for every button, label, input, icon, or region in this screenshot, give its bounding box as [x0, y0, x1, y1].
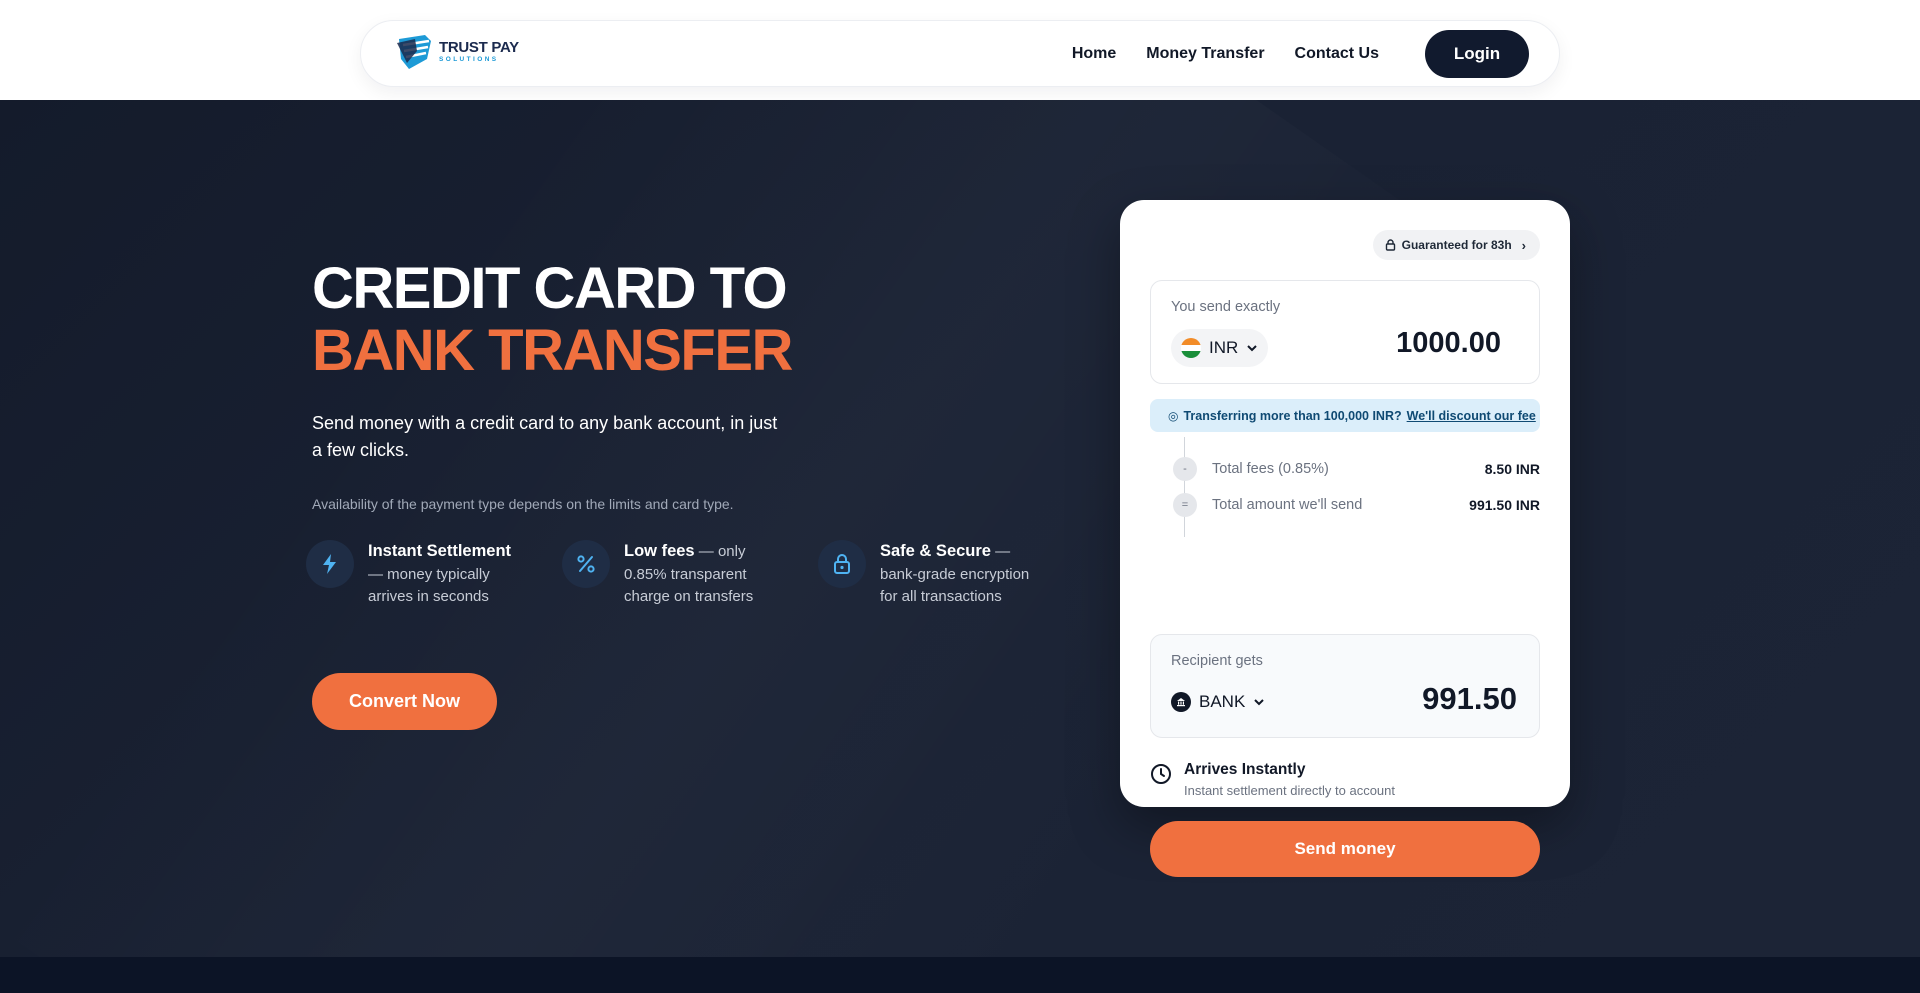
equals-icon: = — [1173, 493, 1197, 517]
hero-lede: Send money with a credit card to any ban… — [312, 413, 778, 460]
fee-row: - Total fees (0.85%) 8.50 INR — [1170, 451, 1540, 487]
main-nav: Home Money Transfer Contact Us Login — [1072, 30, 1529, 78]
feature-text: Instant Settlement — money typically arr… — [368, 542, 512, 606]
feature-title: Low fees — [624, 542, 695, 560]
nav-contact-us[interactable]: Contact Us — [1295, 45, 1379, 63]
discount-link[interactable]: We'll discount our fee — [1407, 409, 1536, 423]
fee-value: 8.50 INR — [1484, 461, 1540, 477]
fee-discount-banner: ◎ Transferring more than 100,000 INR? We… — [1150, 399, 1540, 432]
feature-description: money typically arrives in seconds — [368, 565, 490, 606]
recipient-amount-box: Recipient gets BANK 991.50 — [1150, 634, 1540, 738]
recipient-amount: 991.50 — [1422, 681, 1517, 716]
feature-description: bank-grade encryption for all transactio… — [880, 565, 1030, 606]
chevron-down-icon — [1247, 345, 1257, 352]
chevron-right-icon: › — [1521, 237, 1526, 253]
lightning-icon — [306, 540, 354, 588]
hero-section: CREDIT CARD TO BANK TRANSFER Send money … — [0, 100, 1920, 957]
send-money-button[interactable]: Send money — [1150, 821, 1540, 877]
promo-text: Transferring more than 100,000 INR? — [1183, 408, 1402, 423]
fee-label: Total amount we'll send — [1212, 497, 1363, 513]
send-amount-box: You send exactly INR 1000.00 — [1150, 280, 1540, 384]
recipient-label: Recipient gets — [1171, 653, 1263, 669]
chevron-down-icon — [1254, 699, 1265, 706]
shield-logo-icon — [397, 35, 431, 69]
recipient-currency-code: BANK — [1199, 692, 1246, 711]
availability-note: Availability of the payment type depends… — [312, 496, 734, 512]
fee-value: 991.50 INR — [1469, 497, 1540, 513]
india-flag-icon — [1181, 338, 1201, 358]
logo-subtitle: SOLUTIONS — [439, 56, 499, 64]
send-label: You send exactly — [1171, 299, 1281, 315]
feature-safe-secure: Safe & Secure — bank-grade encryption fo… — [818, 540, 1030, 609]
lock-icon — [1385, 239, 1395, 251]
feature-low-fees: Low fees — only 0.85% transparent charge… — [562, 540, 774, 609]
arrival-title: Arrives Instantly — [1184, 761, 1306, 778]
fee-breakdown: - Total fees (0.85%) 8.50 INR = Total am… — [1170, 437, 1540, 537]
fee-row: = Total amount we'll send 991.50 INR — [1170, 487, 1540, 523]
minus-icon: - — [1173, 457, 1197, 481]
lock-icon — [818, 540, 866, 588]
footer-strip — [0, 957, 1920, 993]
send-currency-select[interactable]: INR — [1171, 329, 1269, 367]
discount-icon: ◎ — [1168, 408, 1179, 423]
clock-icon — [1151, 764, 1171, 784]
login-button[interactable]: Login — [1425, 30, 1529, 78]
arrival-subtitle: Instant settlement directly to account — [1184, 783, 1395, 798]
converter-card: Guaranteed for 83h › You send exactly IN… — [1120, 200, 1570, 877]
guarantee-badge[interactable]: Guaranteed for 83h › — [1372, 230, 1540, 260]
logo-title: TRUST PAY — [439, 39, 519, 57]
logo[interactable]: TRUST PAY SOLUTIONS — [395, 33, 519, 71]
nav-money-transfer[interactable]: Money Transfer — [1146, 45, 1264, 63]
navigation-bar: TRUST PAY SOLUTIONS Home Money Transfer … — [360, 20, 1560, 87]
guarantee-label: Guaranteed for 83h — [1401, 238, 1512, 252]
nav-home[interactable]: Home — [1072, 45, 1116, 63]
hero-headline: CREDIT CARD TO BANK TRANSFER — [312, 256, 793, 383]
recipient-currency-select[interactable]: BANK — [1171, 683, 1265, 721]
fee-label: Total fees (0.85%) — [1212, 461, 1329, 477]
feature-text: Low fees — only 0.85% transparent charge… — [624, 542, 754, 605]
arrival-info: Arrives Instantly Instant settlement dir… — [1150, 761, 1395, 798]
send-amount-input[interactable]: 1000.00 — [1396, 327, 1501, 360]
feature-instant-settlement: Instant Settlement — money typically arr… — [306, 540, 518, 609]
send-currency-code: INR — [1209, 338, 1239, 357]
top-bar: TRUST PAY SOLUTIONS Home Money Transfer … — [0, 0, 1920, 100]
bank-icon — [1171, 692, 1191, 712]
feature-title: Instant Settlement — [368, 542, 512, 560]
convert-now-button[interactable]: Convert Now — [312, 673, 497, 730]
percent-icon — [562, 540, 610, 588]
headline-line-1: CREDIT CARD TO — [312, 256, 788, 321]
feature-title: Safe & Secure — [880, 542, 991, 560]
feature-text: Safe & Secure — bank-grade encryption fo… — [880, 542, 1030, 606]
headline-line-2: BANK TRANSFER — [312, 318, 793, 383]
